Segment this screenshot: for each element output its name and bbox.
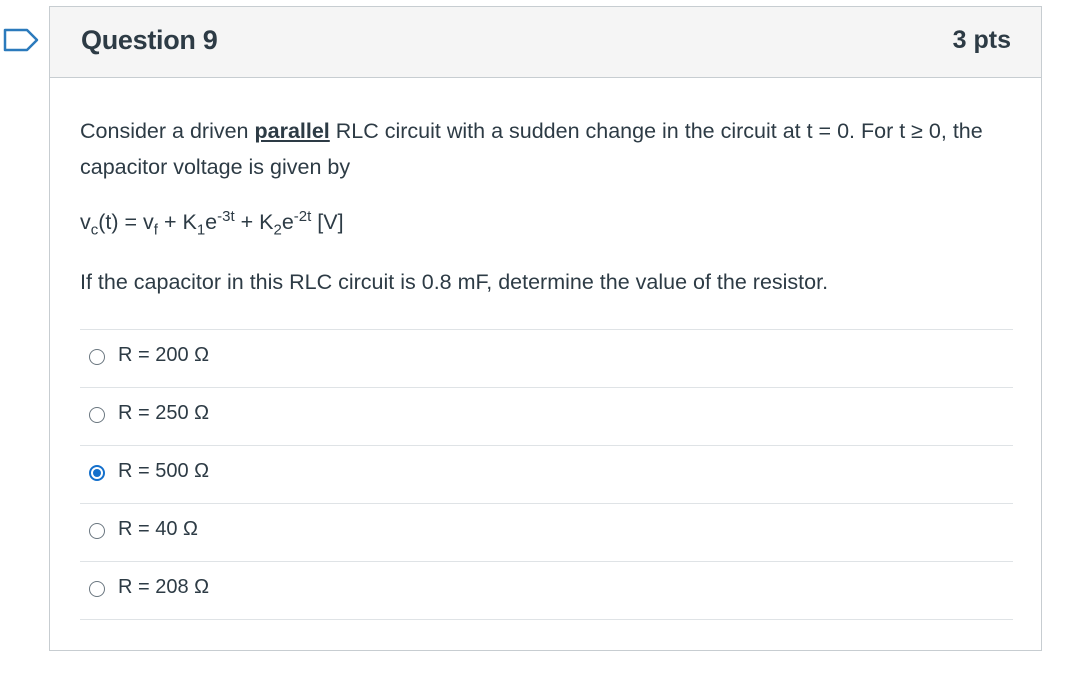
radio-button[interactable] <box>89 465 105 481</box>
question-body: Consider a driven parallel RLC circuit w… <box>80 113 1015 300</box>
radio-button[interactable] <box>89 407 105 423</box>
answer-label: R = 200 Ω <box>118 344 210 366</box>
flag-question-icon[interactable] <box>3 28 41 52</box>
radio-button[interactable] <box>89 523 105 539</box>
emphasis-parallel: parallel <box>254 119 330 143</box>
answer-label: R = 40 Ω <box>118 518 198 540</box>
answer-option-5[interactable]: R = 208 Ω <box>80 561 1013 620</box>
answer-option-3[interactable]: R = 500 Ω <box>80 445 1013 503</box>
answer-option-2[interactable]: R = 250 Ω <box>80 387 1013 445</box>
question-text: Consider a driven parallel RLC circuit w… <box>80 119 983 179</box>
question-header: Question 9 3 pts <box>50 7 1041 78</box>
answer-label: R = 250 Ω <box>118 402 210 424</box>
answer-label: R = 208 Ω <box>118 576 210 598</box>
radio-button[interactable] <box>89 349 105 365</box>
answer-option-4[interactable]: R = 40 Ω <box>80 503 1013 561</box>
question-prompt: If the capacitor in this RLC circuit is … <box>80 270 829 295</box>
question-points: 3 pts <box>952 26 1011 54</box>
question-title: Question 9 <box>81 25 218 55</box>
answer-option-1[interactable]: R = 200 Ω <box>80 329 1013 387</box>
answer-label: R = 500 Ω <box>118 460 210 482</box>
radio-button[interactable] <box>89 581 105 597</box>
voltage-formula: vc(t) = vf + K1e-3t + K2e-2t [V] <box>80 208 344 239</box>
answer-list: R = 200 Ω R = 250 Ω R = 500 Ω R = 40 Ω R… <box>80 329 1013 620</box>
